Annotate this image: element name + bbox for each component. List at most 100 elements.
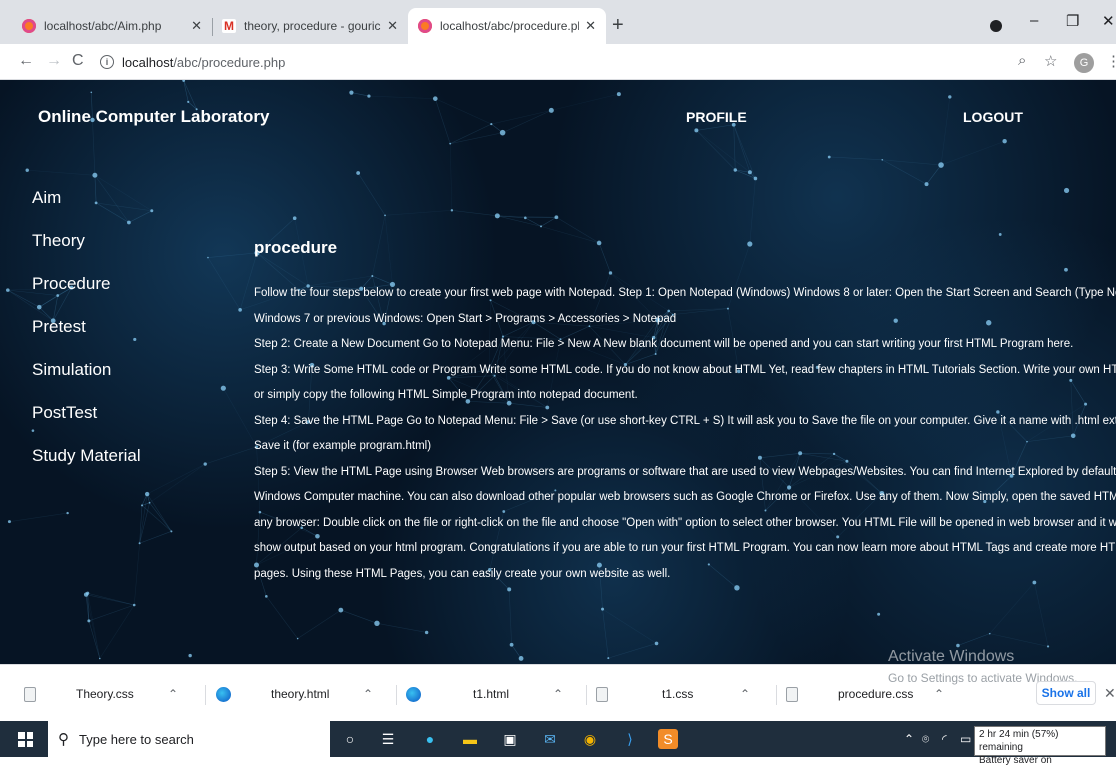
address-host: localhost	[122, 54, 174, 70]
battery-icon[interactable]: ▭	[960, 732, 971, 746]
show-all-button[interactable]: Show all	[1036, 681, 1096, 705]
sidebar-item-procedure[interactable]: Procedure	[32, 274, 141, 317]
menu-icon[interactable]: ⋮	[1106, 52, 1116, 70]
bookmark-star-icon[interactable]: ☆	[1044, 52, 1057, 70]
download-separator	[586, 685, 587, 705]
profile-link[interactable]: PROFILE	[686, 109, 747, 125]
download-separator	[396, 685, 397, 705]
sidebar-item-posttest[interactable]: PostTest	[32, 403, 141, 446]
new-tab-button[interactable]: +	[612, 14, 624, 37]
zoom-icon[interactable]: ⌕	[1018, 52, 1026, 69]
battery-remaining: 2 hr 24 min (57%) remaining	[979, 729, 1059, 753]
site-title: Online Computer Laboratory	[38, 107, 270, 126]
download-name: t1.html	[473, 687, 510, 701]
edge-icon	[406, 686, 421, 702]
close-icon[interactable]: ✕	[585, 18, 596, 34]
tab-aim[interactable]: localhost/abc/Aim.php ✕	[12, 8, 212, 44]
file-explorer-icon[interactable]: ▬	[460, 729, 480, 749]
wifi-icon[interactable]: ◜	[942, 732, 947, 746]
browser-tab-strip: localhost/abc/Aim.php ✕ M theory, proced…	[0, 0, 1116, 44]
file-icon	[786, 686, 798, 702]
address-bar[interactable]: i localhost/abc/procedure.php	[100, 49, 1040, 75]
browser-toolbar: ← → C i localhost/abc/procedure.php ⌕ ☆ …	[0, 44, 1116, 80]
avatar[interactable]: G	[1074, 53, 1094, 73]
procedure-line: Step 3: Write Some HTML code or Program …	[254, 363, 1116, 376]
download-separator	[776, 685, 777, 705]
taskbar-search[interactable]: ⚲ Type here to search	[48, 721, 330, 757]
procedure-line: show output based on your html program. …	[254, 542, 1116, 554]
mail-icon[interactable]: ✉	[540, 729, 560, 749]
procedure-line: Windows Computer machine. You can also d…	[254, 491, 1116, 503]
chevron-up-icon[interactable]: ⌃	[904, 732, 914, 746]
address-path: /abc/procedure.php	[173, 54, 286, 70]
cortana-icon[interactable]: ○	[340, 729, 360, 749]
chevron-up-icon[interactable]: ⌃	[553, 687, 563, 701]
sublime-icon[interactable]: S	[658, 729, 678, 749]
tab-gmail[interactable]: M theory, procedure - gourichandg ✕	[212, 8, 408, 44]
chevron-up-icon[interactable]: ⌃	[168, 687, 178, 701]
logout-link[interactable]: LOGOUT	[963, 109, 1023, 125]
forward-icon[interactable]: →	[46, 52, 62, 70]
sidebar-item-aim[interactable]: Aim	[32, 188, 141, 231]
close-icon[interactable]: ✕	[1104, 685, 1116, 702]
download-name: theory.html	[271, 687, 330, 701]
close-icon[interactable]: ✕	[387, 18, 398, 34]
chevron-up-icon[interactable]: ⌃	[363, 687, 373, 701]
edge-icon[interactable]: ●	[420, 729, 440, 749]
downloads-bar: Theory.css ⌃ theory.html ⌃ t1.html ⌃ t1.…	[0, 664, 1116, 721]
reload-icon[interactable]: C	[72, 52, 84, 70]
sidebar: Aim Theory Procedure Pretest Simulation …	[32, 188, 141, 489]
info-icon[interactable]: i	[100, 55, 114, 69]
procedure-text: Follow the four steps below to create yo…	[254, 281, 1116, 587]
procedure-line: Follow the four steps below to create yo…	[254, 287, 1116, 299]
chrome-icon[interactable]: ◉	[580, 729, 600, 749]
procedure-line: Step 4: Save the HTML Page Go to Notepad…	[254, 414, 1116, 427]
download-item[interactable]: t1.css ⌃	[596, 679, 750, 709]
chevron-up-icon[interactable]: ⌃	[740, 687, 750, 701]
windows-start-icon[interactable]	[18, 732, 33, 747]
xampp-icon	[418, 19, 432, 33]
restore-icon[interactable]: ❐	[1066, 12, 1079, 30]
sidebar-item-simulation[interactable]: Simulation	[32, 360, 141, 403]
procedure-line: or simply copy the following HTML Simple…	[254, 389, 638, 401]
chevron-up-icon[interactable]: ⌃	[934, 687, 944, 701]
sidebar-item-theory[interactable]: Theory	[32, 231, 141, 274]
battery-tooltip: 2 hr 24 min (57%) remaining Battery save…	[974, 726, 1106, 766]
close-icon[interactable]: ✕	[191, 18, 202, 34]
xampp-icon	[22, 19, 36, 33]
vscode-icon[interactable]: ⟩	[620, 729, 640, 749]
page-title: procedure	[254, 238, 338, 257]
download-item[interactable]: t1.html ⌃	[406, 679, 563, 709]
file-icon	[596, 686, 608, 702]
download-separator	[205, 685, 206, 705]
procedure-line: Save it (for example program.html)	[254, 440, 432, 452]
download-item[interactable]: theory.html ⌃	[216, 679, 373, 709]
back-icon[interactable]: ←	[18, 52, 34, 70]
tab-title: localhost/abc/Aim.php	[44, 19, 162, 33]
store-icon[interactable]: ▣	[500, 729, 520, 749]
download-name: t1.css	[662, 687, 694, 701]
edge-icon	[216, 686, 231, 702]
procedure-line: Windows 7 or previous Windows: Open Star…	[254, 312, 677, 325]
tab-procedure[interactable]: localhost/abc/procedure.php ✕	[408, 8, 606, 44]
procedure-line: pages. Using these HTML Pages, you can e…	[254, 567, 671, 580]
file-icon	[24, 686, 36, 702]
tab-title: theory, procedure - gourichandg	[244, 19, 381, 33]
download-name: procedure.css	[838, 687, 914, 701]
task-view-icon[interactable]: ☰	[378, 729, 398, 749]
taskbar: ⚲ Type here to search ○ ☰ ● ▬ ▣ ✉ ◉ ⟩ S …	[0, 721, 1116, 757]
activate-windows-watermark: Activate Windows	[888, 648, 1015, 664]
window-close-icon[interactable]: ✕	[1102, 12, 1115, 30]
network-icon[interactable]: ⌾	[922, 732, 929, 747]
tab-title: localhost/abc/procedure.php	[440, 19, 580, 33]
procedure-line: any browser: Double click on the file or…	[254, 516, 1116, 529]
gmail-icon: M	[222, 19, 236, 33]
download-name: Theory.css	[76, 687, 134, 701]
procedure-line: Step 2: Create a New Document Go to Note…	[254, 338, 1074, 350]
sidebar-item-study-material[interactable]: Study Material	[32, 446, 141, 489]
download-item[interactable]: Theory.css ⌃	[24, 679, 178, 709]
minimize-icon[interactable]: –	[1030, 12, 1038, 29]
search-placeholder: Type here to search	[79, 731, 194, 747]
sidebar-item-pretest[interactable]: Pretest	[32, 317, 141, 360]
profile-icon[interactable]	[990, 20, 1002, 32]
